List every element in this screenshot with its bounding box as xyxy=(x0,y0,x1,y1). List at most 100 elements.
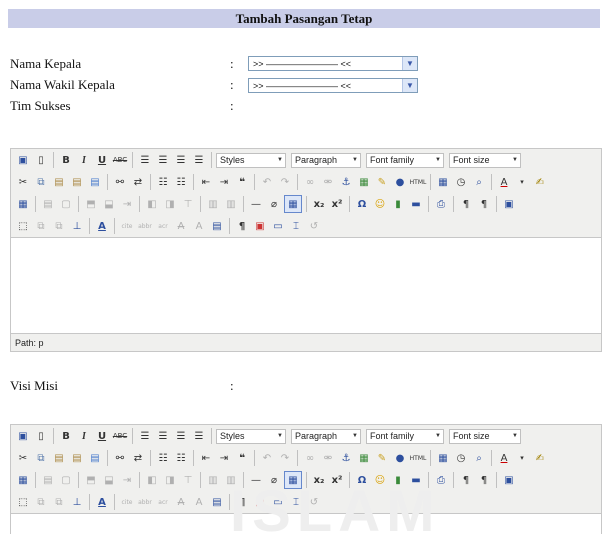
merge-cells-icon[interactable]: ▥ xyxy=(223,196,239,212)
image-icon[interactable]: ▦ xyxy=(356,174,372,190)
save-icon[interactable]: ▣ xyxy=(15,152,31,168)
blockquote-icon[interactable]: ❝ xyxy=(234,450,250,466)
align-right-icon[interactable]: ☰ xyxy=(173,152,189,168)
superscript-icon[interactable]: x² xyxy=(329,472,345,488)
find-icon[interactable]: ⚯ xyxy=(112,450,128,466)
outdent-icon[interactable]: ⇤ xyxy=(198,174,214,190)
insertion-icon[interactable]: A xyxy=(191,218,207,234)
citation-icon[interactable]: cite xyxy=(119,218,135,234)
redo-icon[interactable]: ↷ xyxy=(277,450,293,466)
help-icon[interactable]: ● xyxy=(392,450,408,466)
non-breaking-icon[interactable]: ▭ xyxy=(270,218,286,234)
bullet-list-icon[interactable]: ☷ xyxy=(155,174,171,190)
new-document-icon[interactable]: ▯ xyxy=(33,428,49,444)
help-icon[interactable]: ● xyxy=(392,174,408,190)
emoticon-icon[interactable]: ☺ xyxy=(372,196,388,212)
strikethrough-icon[interactable]: ABC xyxy=(112,152,128,168)
move-backward-icon[interactable]: ⧉ xyxy=(51,494,67,510)
subscript-icon[interactable]: x₂ xyxy=(311,196,327,212)
move-forward-icon[interactable]: ⧉ xyxy=(33,218,49,234)
restore-draft-icon[interactable]: ↺ xyxy=(306,218,322,234)
undo-icon[interactable]: ↶ xyxy=(259,450,275,466)
numbered-list-icon[interactable]: ☷ xyxy=(173,174,189,190)
remove-format-icon[interactable]: ⌀ xyxy=(266,472,282,488)
acronym-icon[interactable]: acr xyxy=(155,494,171,510)
paragraph-dropdown[interactable]: Paragraph ▼ xyxy=(291,152,361,168)
bold-icon[interactable]: B xyxy=(58,152,74,168)
fullscreen-icon[interactable]: ▣ xyxy=(501,472,517,488)
insert-row-after-icon[interactable]: ⬓ xyxy=(101,472,117,488)
paste-word-icon[interactable]: ▤ xyxy=(87,450,103,466)
attributes-icon[interactable]: ▤ xyxy=(209,494,225,510)
delete-col-icon[interactable]: ⊤ xyxy=(180,472,196,488)
font-size-dropdown[interactable]: Font size ▼ xyxy=(449,152,521,168)
indent-icon[interactable]: ⇥ xyxy=(216,174,232,190)
indent-icon[interactable]: ⇥ xyxy=(216,450,232,466)
undo-icon[interactable]: ↶ xyxy=(259,174,275,190)
unlink-icon[interactable]: ⚮ xyxy=(320,174,336,190)
align-left-icon[interactable]: ☰ xyxy=(137,152,153,168)
cleanup-icon[interactable]: ✎ xyxy=(374,450,390,466)
highlight-color-icon[interactable]: ✍ xyxy=(532,450,548,466)
style-props-icon[interactable]: A xyxy=(94,218,110,234)
horizontal-rule-icon[interactable]: — xyxy=(248,472,264,488)
insert-col-before-icon[interactable]: ◧ xyxy=(144,472,160,488)
delete-row-icon[interactable]: ⇥ xyxy=(119,196,135,212)
split-cells-icon[interactable]: ▥ xyxy=(205,196,221,212)
insert-date-icon[interactable]: ▦ xyxy=(435,174,451,190)
chevron-down-icon[interactable]: ▾ xyxy=(514,450,530,466)
font-family-dropdown[interactable]: Font family ▼ xyxy=(366,428,444,444)
chevron-down-icon[interactable]: ▼ xyxy=(402,57,417,70)
abbreviation-icon[interactable]: abbr xyxy=(137,218,153,234)
media-icon[interactable]: ▮ xyxy=(390,472,406,488)
align-justify-icon[interactable]: ☰ xyxy=(191,152,207,168)
page-break-icon[interactable]: ⌶ xyxy=(288,494,304,510)
print-icon[interactable]: ⎙ xyxy=(433,472,449,488)
delete-col-icon[interactable]: ⊤ xyxy=(180,196,196,212)
insert-col-after-icon[interactable]: ◨ xyxy=(162,472,178,488)
emoticon-icon[interactable]: ☺ xyxy=(372,472,388,488)
visual-aid-icon[interactable]: ▦ xyxy=(284,471,302,489)
align-right-icon[interactable]: ☰ xyxy=(173,428,189,444)
page-break-icon[interactable]: ⌶ xyxy=(288,218,304,234)
cut-icon[interactable]: ✂ xyxy=(15,174,31,190)
insert-layer-icon[interactable]: ⬚ xyxy=(15,494,31,510)
deletion-icon[interactable]: A xyxy=(173,218,189,234)
align-left-icon[interactable]: ☰ xyxy=(137,428,153,444)
merge-cells-icon[interactable]: ▥ xyxy=(223,472,239,488)
bullet-list-icon[interactable]: ☷ xyxy=(155,450,171,466)
table-icon[interactable]: ▦ xyxy=(15,196,31,212)
html-icon[interactable]: HTML xyxy=(410,450,427,466)
print-icon[interactable]: ⎙ xyxy=(433,196,449,212)
chevron-down-icon[interactable]: ▾ xyxy=(514,174,530,190)
split-cells-icon[interactable]: ▥ xyxy=(205,472,221,488)
paste-icon[interactable]: ▤ xyxy=(51,174,67,190)
anchor-icon[interactable]: ⚓ xyxy=(338,174,354,190)
table-cell-props-icon[interactable]: ▢ xyxy=(58,472,74,488)
show-blocks-icon[interactable]: ¶ xyxy=(234,218,250,234)
advanced-hr-icon[interactable]: ▬ xyxy=(408,472,424,488)
select-nama-kepala[interactable]: >> ———————— << ▼ xyxy=(248,56,418,71)
ltr-icon[interactable]: ¶ xyxy=(458,472,474,488)
insertion-icon[interactable]: A xyxy=(191,494,207,510)
deletion-icon[interactable]: A xyxy=(173,494,189,510)
align-justify-icon[interactable]: ☰ xyxy=(191,428,207,444)
align-center-icon[interactable]: ☰ xyxy=(155,428,171,444)
text-color-icon[interactable]: A xyxy=(496,450,512,466)
rtl-icon[interactable]: ¶ xyxy=(476,472,492,488)
absolute-icon[interactable]: ⊥ xyxy=(69,494,85,510)
insert-time-icon[interactable]: ◷ xyxy=(453,174,469,190)
table-row-props-icon[interactable]: ▤ xyxy=(40,196,56,212)
replace-icon[interactable]: ⇄ xyxy=(130,450,146,466)
cleanup-icon[interactable]: ✎ xyxy=(374,174,390,190)
style-props-icon[interactable]: A xyxy=(94,494,110,510)
anchor-icon[interactable]: ⚓ xyxy=(338,450,354,466)
special-char-icon[interactable]: Ω xyxy=(354,472,370,488)
html-icon[interactable]: HTML xyxy=(410,174,427,190)
redo-icon[interactable]: ↷ xyxy=(277,174,293,190)
outdent-icon[interactable]: ⇤ xyxy=(198,450,214,466)
italic-icon[interactable]: I xyxy=(76,152,92,168)
unlink-icon[interactable]: ⚮ xyxy=(320,450,336,466)
insert-layer-icon[interactable]: ⬚ xyxy=(15,218,31,234)
blockquote-icon[interactable]: ❝ xyxy=(234,174,250,190)
